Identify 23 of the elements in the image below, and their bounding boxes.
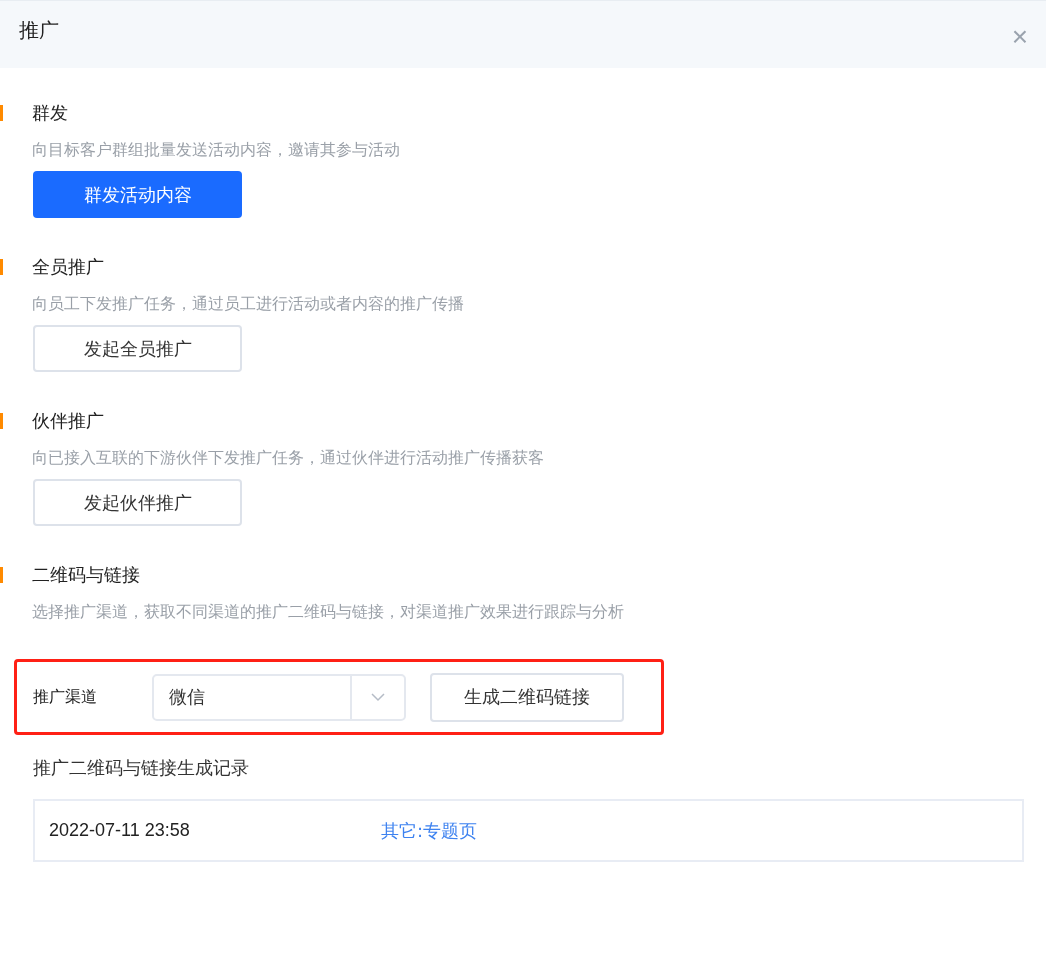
action-button[interactable]: 群发活动内容: [33, 171, 242, 218]
section-accent-bar: [0, 105, 3, 121]
channel-label: 推广渠道: [33, 686, 98, 708]
section-description: 向员工下发推广任务，通过员工进行活动或者内容的推广传播: [32, 293, 465, 315]
section-title: 二维码与链接: [32, 563, 140, 587]
records-title: 推广二维码与链接生成记录: [33, 756, 250, 780]
section-description: 向目标客户群组批量发送活动内容，邀请其参与活动: [32, 139, 401, 161]
section-title: 伙伴推广: [32, 409, 104, 433]
action-button[interactable]: 发起全员推广: [33, 325, 242, 372]
action-button[interactable]: 发起伙伴推广: [33, 479, 242, 526]
record-channel-link[interactable]: 其它:专题页: [381, 818, 478, 843]
section-title: 群发: [32, 101, 68, 125]
channel-select[interactable]: 微信: [152, 673, 406, 721]
chevron-down-icon: [370, 692, 386, 702]
section-accent-bar: [0, 259, 3, 275]
section-title: 全员推广: [32, 255, 104, 279]
record-time: 2022-07-11 23:58: [49, 820, 191, 841]
generate-button[interactable]: 生成二维码链接: [430, 672, 624, 722]
section-accent-bar: [0, 413, 3, 429]
section-description: 选择推广渠道，获取不同渠道的推广二维码与链接，对渠道推广效果进行跟踪与分析: [32, 601, 625, 623]
section-accent-bar: [0, 567, 3, 583]
dialog-title: 推广: [19, 17, 59, 44]
section-description: 向已接入互联的下游伙伴下发推广任务，通过伙伴进行活动推广传播获客: [32, 447, 545, 469]
